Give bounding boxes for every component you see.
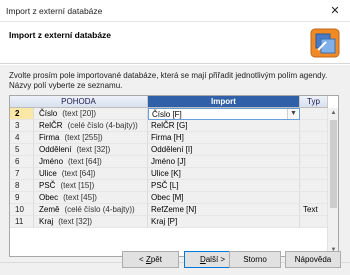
import-field-value: Oddělení [I] xyxy=(151,145,193,154)
field-name: Kraj xyxy=(39,217,54,226)
field-name: Obec xyxy=(39,193,59,202)
import-type[interactable] xyxy=(300,192,328,204)
field-type: (text [32]) xyxy=(58,217,93,226)
pohoda-field: Číslo (text [20]) xyxy=(34,108,148,120)
row-number: 6 xyxy=(10,156,34,168)
import-field-value: Kraj [P] xyxy=(151,217,178,226)
row-number: 4 xyxy=(10,132,34,144)
table-row[interactable]: 6 Jméno (text [64]) Jméno [J] xyxy=(10,156,328,168)
table-row[interactable]: 5 Oddělení (text [32]) Oddělení [I] xyxy=(10,144,328,156)
pohoda-field: Oddělení (text [32]) xyxy=(34,144,148,156)
import-field-select[interactable]: PSČ [L] xyxy=(148,180,300,192)
import-type[interactable] xyxy=(300,132,328,144)
window-title: Import z externí databáze xyxy=(6,6,103,16)
vertical-scrollbar[interactable]: ▲ ▼ xyxy=(327,108,338,256)
field-name: Číslo xyxy=(39,109,58,118)
table-row[interactable]: 11 Kraj (text [32]) Kraj [P] xyxy=(10,216,328,228)
import-field-select[interactable]: Firma [H] xyxy=(148,132,300,144)
pohoda-field: PSČ (text [15]) xyxy=(34,180,148,192)
import-field-select[interactable]: Jméno [J] xyxy=(148,156,300,168)
chevron-down-icon[interactable]: ▼ xyxy=(287,109,299,119)
table-row[interactable]: 3 RelČR (celé číslo (4-bajty)) RelČR [G] xyxy=(10,120,328,132)
import-field-select[interactable]: Číslo [F] ▼ xyxy=(148,108,300,120)
field-type: (text [64]) xyxy=(61,169,96,178)
row-number: 5 xyxy=(10,144,34,156)
page-title: Import z externí databáze xyxy=(9,30,112,40)
table-row[interactable]: 4 Firma (text [255]) Firma [H] xyxy=(10,132,328,144)
field-type: (celé číslo (4-bajty)) xyxy=(67,121,138,130)
scroll-thumb[interactable] xyxy=(330,120,337,208)
pohoda-field: Kraj (text [32]) xyxy=(34,216,148,228)
import-field-select[interactable]: Ulice [K] xyxy=(148,168,300,180)
pohoda-field: Země (celé číslo (4-bajty)) xyxy=(34,204,148,216)
field-name: Firma xyxy=(39,133,60,142)
pohoda-field: Firma (text [255]) xyxy=(34,132,148,144)
import-field-value: RefZeme [N] xyxy=(151,205,197,214)
wizard-header: Import z externí databáze xyxy=(0,22,350,64)
field-name: Ulice xyxy=(39,169,57,178)
field-name: Jméno xyxy=(39,157,64,166)
column-header-pohoda[interactable]: POHODA xyxy=(10,96,148,108)
scroll-up-icon[interactable]: ▲ xyxy=(328,108,338,119)
row-number: 11 xyxy=(10,216,34,228)
grid-header: POHODA Import Typ xyxy=(10,96,338,108)
table-row[interactable]: 8 PSČ (text [15]) PSČ [L] xyxy=(10,180,328,192)
import-field-value: PSČ [L] xyxy=(151,181,179,190)
pohoda-field: Ulice (text [64]) xyxy=(34,168,148,180)
import-field-select[interactable]: Kraj [P] xyxy=(148,216,300,228)
back-button[interactable]: < Zpět xyxy=(122,251,179,268)
import-field-value: RelČR [G] xyxy=(151,121,188,130)
field-name: Země xyxy=(39,205,60,214)
field-type: (celé číslo (4-bajty)) xyxy=(64,205,135,214)
table-row[interactable]: 10 Země (celé číslo (4-bajty)) RefZeme [N] T… xyxy=(10,204,328,216)
import-type[interactable] xyxy=(300,108,328,120)
field-type: (text [64]) xyxy=(68,157,102,166)
import-field-value: Jméno [J] xyxy=(151,157,186,166)
pohoda-field: Jméno (text [64]) xyxy=(34,156,148,168)
field-type: (text [32]) xyxy=(76,145,111,154)
import-field-value: Obec [M] xyxy=(151,193,184,202)
row-number: 8 xyxy=(10,180,34,192)
field-mapping-grid[interactable]: POHODA Import Typ 2 Číslo (text [20]) Číslo… xyxy=(9,95,339,257)
column-header-import[interactable]: Import xyxy=(148,96,300,108)
field-type: (text [20]) xyxy=(62,109,97,118)
instructions-text: Zvolte prosím pole importované databáze,… xyxy=(9,71,328,90)
import-type[interactable] xyxy=(300,216,328,228)
help-button[interactable]: Nápověda xyxy=(285,251,341,268)
field-name: RelČR xyxy=(39,121,63,130)
row-number: 2 xyxy=(10,108,34,120)
import-field-select[interactable]: RelČR [G] xyxy=(148,120,300,132)
pohoda-field: Obec (text [45]) xyxy=(34,192,148,204)
row-number: 7 xyxy=(10,168,34,180)
cancel-button[interactable]: Storno xyxy=(229,251,281,268)
field-name: PSČ xyxy=(39,181,56,190)
import-field-value: Firma [H] xyxy=(151,133,184,142)
window-titlebar: Import z externí databáze ✕ xyxy=(0,0,350,22)
field-name: Oddělení xyxy=(39,145,72,154)
import-type[interactable] xyxy=(300,156,328,168)
row-number: 9 xyxy=(10,192,34,204)
import-field-value: Ulice [K] xyxy=(151,169,181,178)
close-icon[interactable]: ✕ xyxy=(326,3,344,19)
field-type: (text [255]) xyxy=(64,133,103,142)
import-field-value: Číslo [F] xyxy=(152,110,182,119)
import-field-select[interactable]: Oddělení [I] xyxy=(148,144,300,156)
pohoda-field: RelČR (celé číslo (4-bajty)) xyxy=(34,120,148,132)
row-number: 3 xyxy=(10,120,34,132)
import-type[interactable]: Text xyxy=(300,204,328,216)
import-type[interactable] xyxy=(300,180,328,192)
import-type[interactable] xyxy=(300,168,328,180)
column-header-typ[interactable]: Typ xyxy=(300,96,328,108)
import-field-select[interactable]: Obec [M] xyxy=(148,192,300,204)
field-type: (text [45]) xyxy=(63,193,97,202)
import-field-select[interactable]: RefZeme [N] xyxy=(148,204,300,216)
field-type: (text [15]) xyxy=(60,181,95,190)
row-number: 10 xyxy=(10,204,34,216)
table-row[interactable]: 7 Ulice (text [64]) Ulice [K] xyxy=(10,168,328,180)
table-row[interactable]: 9 Obec (text [45]) Obec [M] xyxy=(10,192,328,204)
import-wizard-icon xyxy=(310,28,340,58)
import-type[interactable] xyxy=(300,120,328,132)
table-row[interactable]: 2 Číslo (text [20]) Číslo [F] ▼ xyxy=(10,108,328,120)
import-type[interactable] xyxy=(300,144,328,156)
